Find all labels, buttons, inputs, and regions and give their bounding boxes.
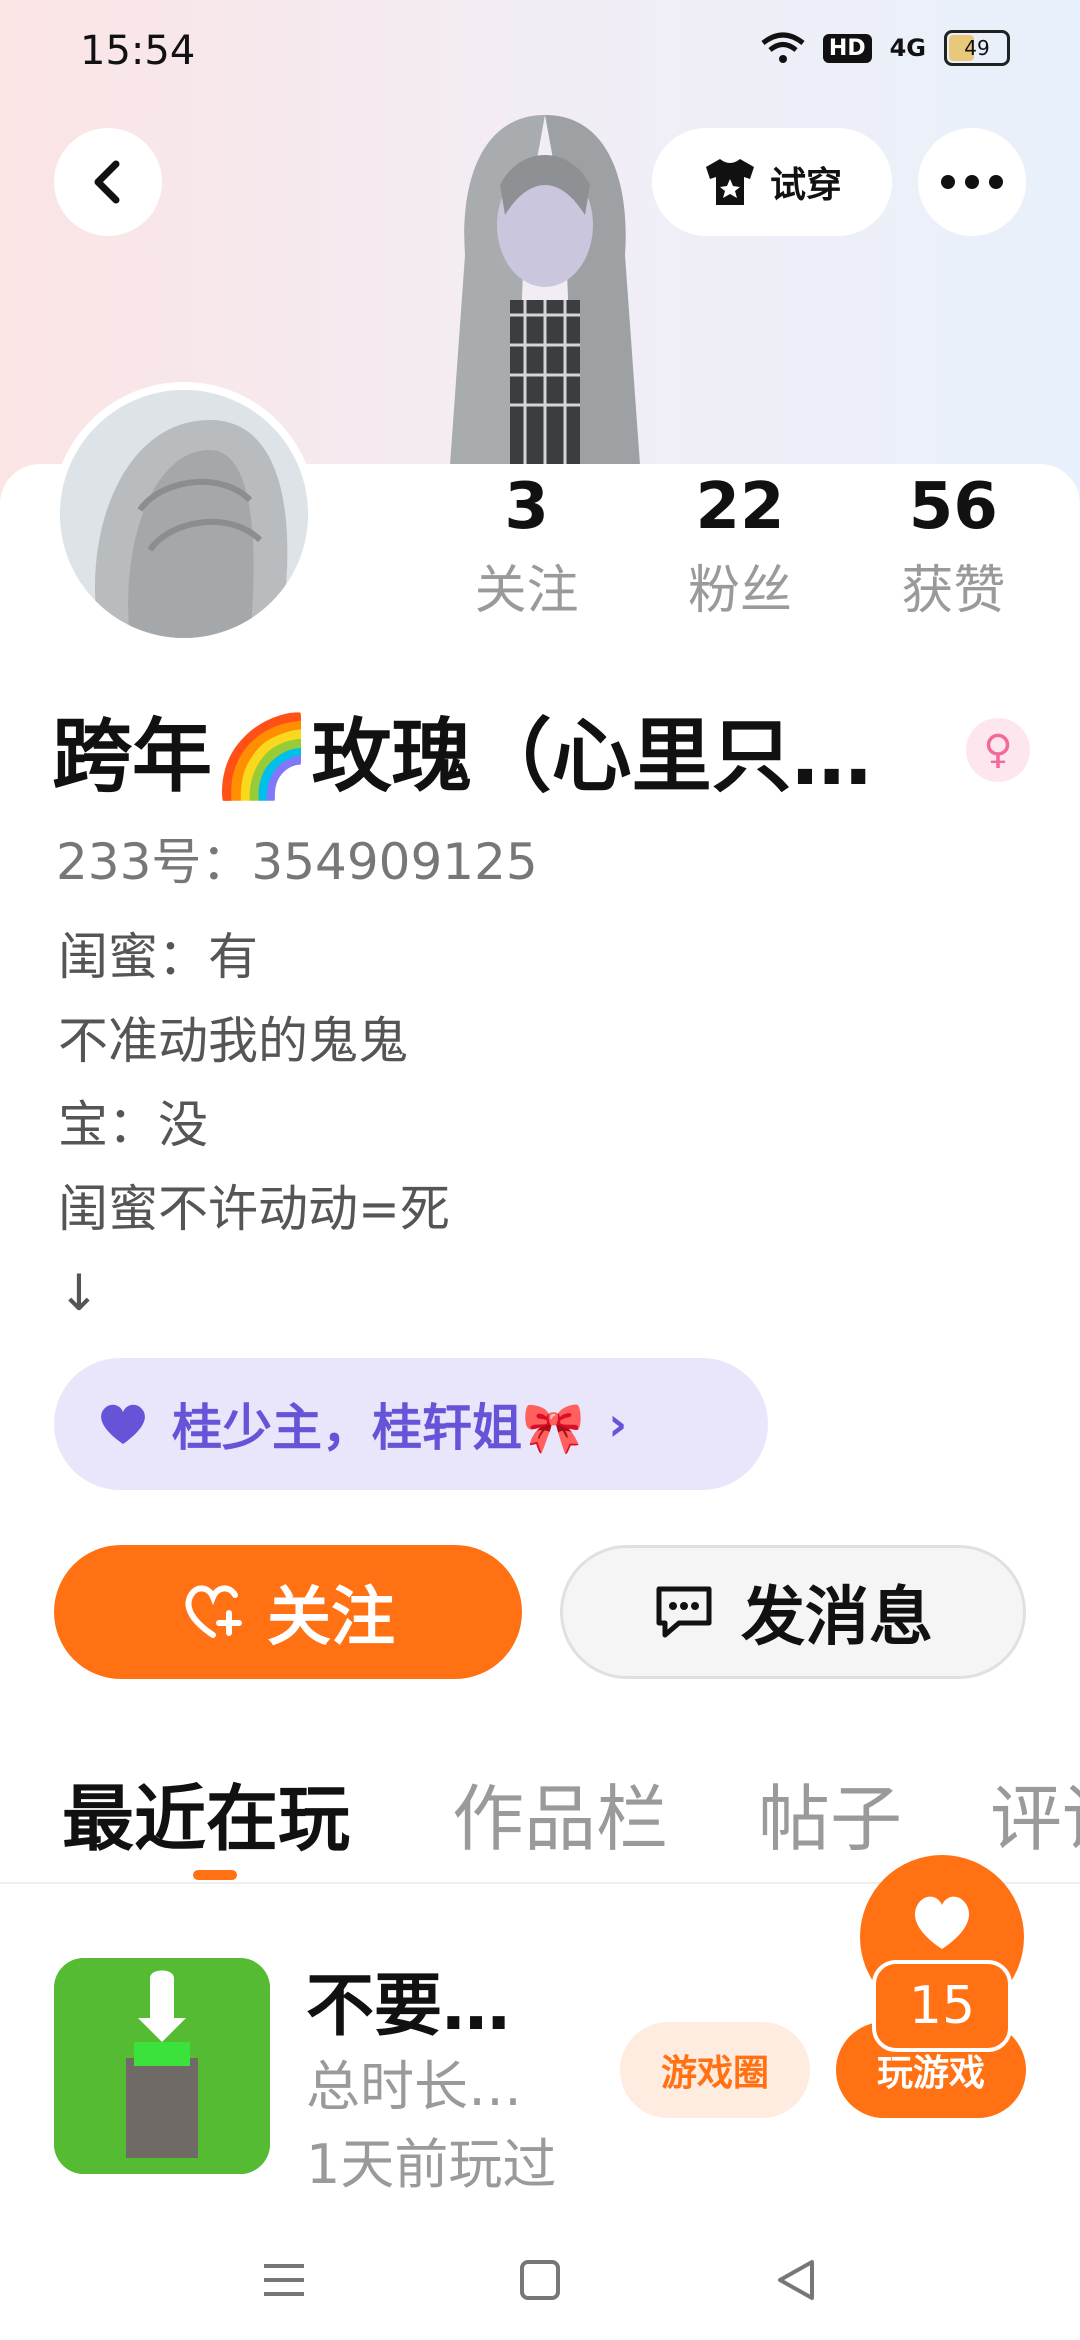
game-last-played: 1天前玩过 bbox=[306, 2133, 557, 2196]
game-title: 不要… bbox=[306, 1967, 511, 2046]
follow-label: 关注 bbox=[267, 1581, 395, 1655]
game-circle-button[interactable]: 游戏圈 bbox=[620, 2022, 810, 2118]
stat-following[interactable]: 3 关注 bbox=[420, 470, 633, 623]
bio-line: 闺蜜：有 bbox=[58, 928, 258, 986]
status-time: 15:54 bbox=[80, 28, 196, 74]
more-icon bbox=[941, 175, 1003, 189]
shirt-icon bbox=[705, 159, 754, 205]
profile-bio: 闺蜜：有 不准动我的鬼鬼 宝：没 闺蜜不许动动=死 ↓ bbox=[58, 915, 450, 1335]
status-icons: HD 4G 49 bbox=[761, 30, 1010, 66]
menu-icon[interactable] bbox=[244, 2240, 324, 2320]
follow-button[interactable]: 关注 bbox=[54, 1545, 522, 1679]
chat-icon bbox=[656, 1586, 712, 1638]
tab-works[interactable]: 作品栏 bbox=[452, 1760, 668, 1865]
back-nav-icon[interactable] bbox=[756, 2240, 836, 2320]
stat-label: 粉丝 bbox=[687, 561, 792, 621]
chevron-right-icon: › bbox=[608, 1397, 628, 1451]
battery-icon: 49 bbox=[944, 30, 1010, 66]
like-count-badge: 15 bbox=[872, 1960, 1012, 2052]
back-icon bbox=[94, 160, 120, 204]
back-button[interactable] bbox=[54, 128, 162, 236]
avatar-3d-figure bbox=[420, 105, 670, 465]
status-bar: 15:54 HD 4G 49 bbox=[0, 0, 1080, 110]
tab-posts[interactable]: 帖子 bbox=[758, 1760, 902, 1865]
bio-line: ↓ bbox=[58, 1264, 100, 1322]
stat-label: 关注 bbox=[474, 561, 579, 621]
stat-label: 获赞 bbox=[901, 561, 1006, 621]
stat-value: 3 bbox=[504, 470, 549, 544]
profile-stats: 3 关注 22 粉丝 56 获赞 bbox=[420, 470, 1060, 623]
active-tab-indicator bbox=[193, 1870, 237, 1880]
message-button[interactable]: 发消息 bbox=[560, 1545, 1026, 1679]
system-nav-bar bbox=[0, 2220, 1080, 2340]
heart-plus-icon bbox=[185, 1585, 242, 1638]
battery-level: 49 bbox=[964, 36, 990, 60]
profile-name: 跨年🌈玫瑰（心里只… bbox=[52, 710, 872, 803]
bio-line: 宝：没 bbox=[58, 1096, 208, 1154]
female-icon: ♀ bbox=[966, 718, 1030, 782]
try-on-button[interactable]: 试穿 bbox=[652, 128, 892, 236]
message-label: 发消息 bbox=[741, 1581, 933, 1655]
bio-line: 不准动我的鬼鬼 bbox=[58, 1012, 408, 1070]
hd-badge: HD bbox=[822, 33, 872, 63]
heart-icon bbox=[101, 1404, 145, 1444]
game-duration: 总时长… bbox=[306, 2055, 522, 2118]
stat-value: 22 bbox=[695, 470, 785, 544]
more-button[interactable] bbox=[918, 128, 1026, 236]
wifi-icon bbox=[761, 32, 805, 63]
game-icon bbox=[54, 1958, 270, 2174]
tab-comments[interactable]: 评论 bbox=[990, 1760, 1080, 1865]
cellular-signal-icon: 4G bbox=[889, 34, 926, 62]
heart-icon bbox=[914, 1896, 970, 1949]
name-row: 跨年🌈玫瑰（心里只… ♀ bbox=[52, 700, 1032, 803]
home-icon[interactable] bbox=[500, 2240, 580, 2320]
stat-fans[interactable]: 22 粉丝 bbox=[633, 470, 846, 623]
try-on-label: 试穿 bbox=[769, 165, 842, 206]
avatar[interactable] bbox=[52, 382, 316, 646]
stat-likes[interactable]: 56 获赞 bbox=[847, 470, 1060, 623]
bio-line: 闺蜜不许动动=死 bbox=[58, 1180, 450, 1238]
relationship-tag[interactable]: 桂少主，桂轩姐🎀 › bbox=[54, 1358, 768, 1490]
user-id[interactable]: 233号：354909125 bbox=[56, 822, 538, 894]
relationship-tag-label: 桂少主，桂轩姐🎀 bbox=[172, 1399, 585, 1457]
stat-value: 56 bbox=[908, 470, 998, 544]
tab-recent[interactable]: 最近在玩 bbox=[62, 1760, 350, 1865]
